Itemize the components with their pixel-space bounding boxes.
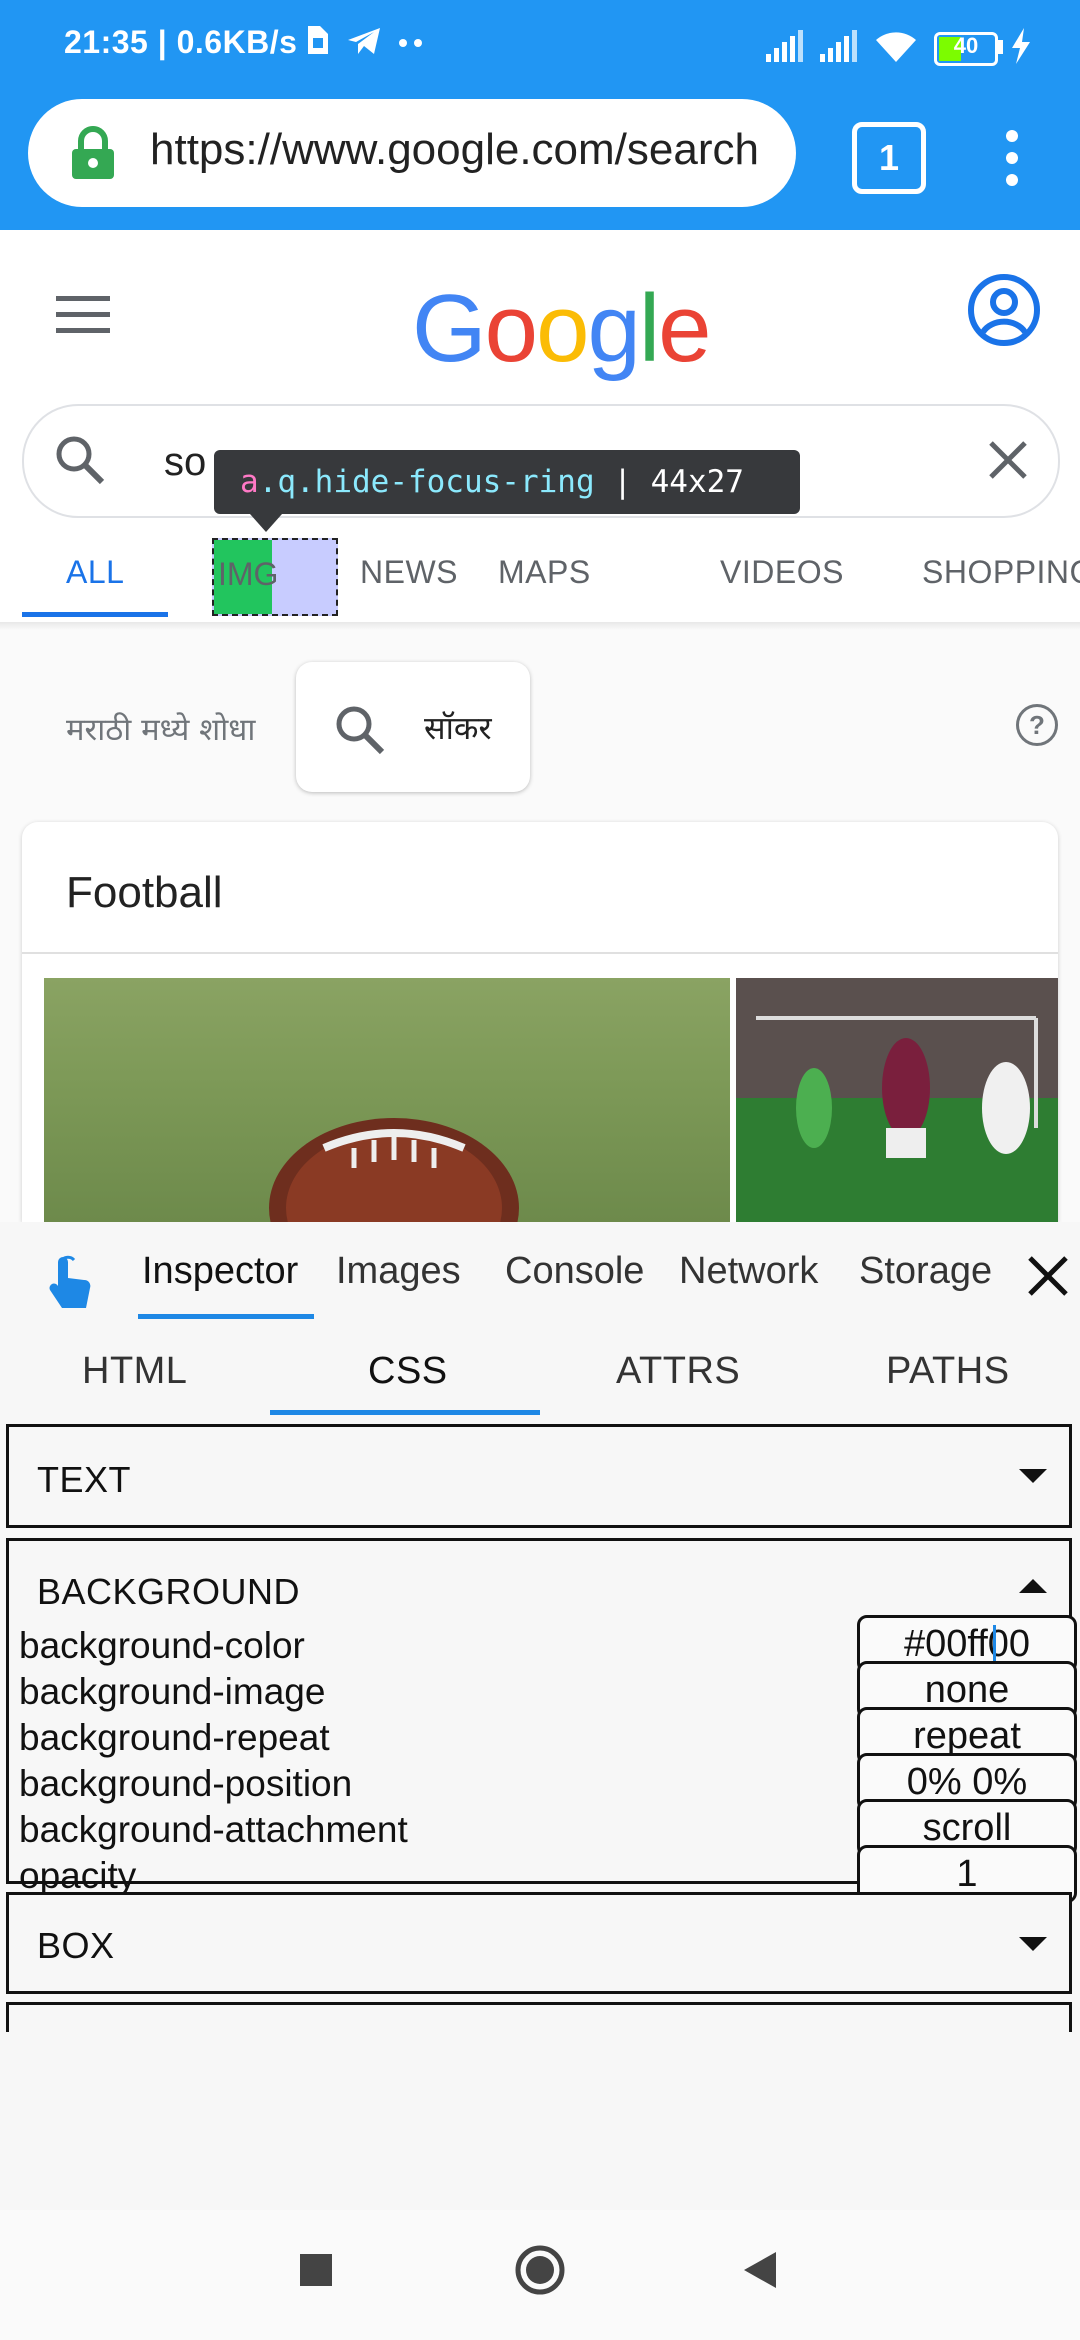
prop-name: background-image [19, 1671, 326, 1712]
section-background-title[interactable]: BACKGROUND [37, 1571, 300, 1613]
tooltip-classes: .q.hide-focus-ring [258, 464, 595, 500]
subtab-html[interactable]: HTML [82, 1350, 187, 1393]
account-icon[interactable] [966, 272, 1042, 348]
section-box[interactable]: BOX [6, 1892, 1072, 1994]
tabs-button[interactable]: 1 [852, 122, 926, 194]
chevron-down-icon [1019, 1469, 1047, 1483]
devtools-tab-images[interactable]: Images [336, 1250, 461, 1293]
lock-icon [72, 126, 114, 179]
wifi-icon [876, 32, 916, 62]
section-background: BACKGROUND background-color #00ff00 back… [6, 1538, 1077, 1903]
soccer-image[interactable] [736, 978, 1058, 1222]
touch-select-icon[interactable] [44, 1250, 96, 1312]
devtools-tab-network[interactable]: Network [679, 1250, 818, 1293]
devtools-panel: Inspector Images Console Network Storage… [0, 1222, 1080, 2210]
devtools-tab-console[interactable]: Console [505, 1250, 644, 1293]
prop-name: background-repeat [19, 1717, 330, 1758]
devtools-active-tab-indicator [138, 1314, 314, 1319]
home-icon[interactable] [514, 2244, 566, 2296]
tooltip-arrow [250, 514, 282, 532]
tab-all[interactable]: ALL [66, 554, 124, 591]
recents-icon[interactable] [300, 2254, 332, 2286]
system-nav-bar [0, 2210, 1080, 2340]
search-tabs: ALL NEWS MAPS VIDEOS SHOPPING [0, 524, 1080, 620]
language-suggestion-row: मराठी मध्ये शोधा सॉकर ? [0, 630, 1080, 810]
tooltip-separator: | [594, 464, 651, 500]
language-label: मराठी मध्ये शोधा [66, 712, 256, 748]
prop-name: opacity [19, 1855, 137, 1896]
football-ball [269, 1118, 519, 1222]
section-text-title: TEXT [37, 1459, 132, 1500]
tab-videos[interactable]: VIDEOS [720, 554, 844, 591]
language-chip-text: सॉकर [424, 709, 492, 747]
header-shadow [0, 622, 1080, 630]
devtools-tab-storage[interactable]: Storage [859, 1250, 992, 1293]
google-logo[interactable]: Google [412, 274, 712, 384]
football-image[interactable] [44, 978, 730, 1222]
search-icon [56, 436, 105, 485]
more-dots-icon [399, 39, 422, 47]
status-time: 21:35 | 0.6KB/s [64, 24, 298, 60]
close-icon[interactable] [1026, 1254, 1070, 1298]
prop-name: background-color [19, 1625, 305, 1666]
google-header: Google so ALL NEWS MAPS VIDEOS SHOPPING [0, 230, 1080, 630]
battery-level: 40 [953, 33, 979, 58]
tooltip-size: 44x27 [650, 464, 744, 500]
status-bar: 21:35 | 0.6KB/s 40 [0, 0, 1080, 76]
browser-toolbar: https://www.google.com/search 1 [0, 76, 1080, 230]
subtab-paths[interactable]: PATHS [886, 1350, 1010, 1393]
back-icon[interactable] [742, 2250, 778, 2290]
subtab-css[interactable]: CSS [368, 1350, 448, 1393]
prop-name: background-attachment [19, 1809, 408, 1850]
tab-shopping[interactable]: SHOPPING [922, 554, 1080, 591]
devtools-tabbar: Inspector Images Console Network Storage [0, 1222, 1080, 1328]
subtab-attrs[interactable]: ATTRS [616, 1350, 740, 1393]
knowledge-card: Football [22, 822, 1058, 1222]
signal-icon [766, 30, 803, 62]
language-suggestion-chip[interactable]: सॉकर [296, 662, 530, 792]
url-field[interactable]: https://www.google.com/search [28, 99, 796, 207]
help-icon[interactable]: ? [1016, 704, 1058, 746]
card-divider [22, 952, 1058, 954]
tab-news[interactable]: NEWS [360, 554, 458, 591]
clear-icon[interactable] [988, 440, 1028, 480]
signal-icon [820, 30, 857, 62]
telegram-icon [348, 28, 380, 54]
url-text[interactable]: https://www.google.com/search [150, 125, 770, 175]
prop-name: background-position [19, 1763, 353, 1804]
sim-card-icon [308, 26, 328, 54]
section-box-title: BOX [37, 1925, 115, 1966]
chevron-down-icon [1019, 1937, 1047, 1951]
battery-tip [998, 40, 1003, 54]
active-subtab-indicator [270, 1410, 540, 1415]
card-title[interactable]: Football [66, 868, 223, 918]
section-text[interactable]: TEXT [6, 1424, 1072, 1528]
soccer-players [736, 978, 1058, 1222]
text-cursor [993, 1625, 996, 1665]
tab-maps[interactable]: MAPS [498, 554, 591, 591]
tab-images-label: IMG [218, 556, 279, 592]
active-tab-indicator [22, 612, 168, 617]
search-input[interactable]: so [164, 440, 206, 485]
chevron-up-icon[interactable] [1019, 1579, 1047, 1593]
devtools-tab-inspector[interactable]: Inspector [142, 1250, 298, 1293]
search-icon [336, 706, 385, 755]
battery-icon: 40 [934, 32, 998, 66]
tooltip-tag: a [240, 464, 259, 500]
hamburger-menu-icon[interactable] [56, 294, 110, 334]
charging-icon [1012, 28, 1030, 64]
overflow-menu-icon[interactable] [1000, 124, 1024, 194]
section-next-partial[interactable] [6, 2002, 1072, 2032]
inspector-tooltip: a.q.hide-focus-ring | 44x27 [214, 450, 800, 514]
devtools-subtabs: HTML CSS ATTRS PATHS [0, 1328, 1080, 1418]
